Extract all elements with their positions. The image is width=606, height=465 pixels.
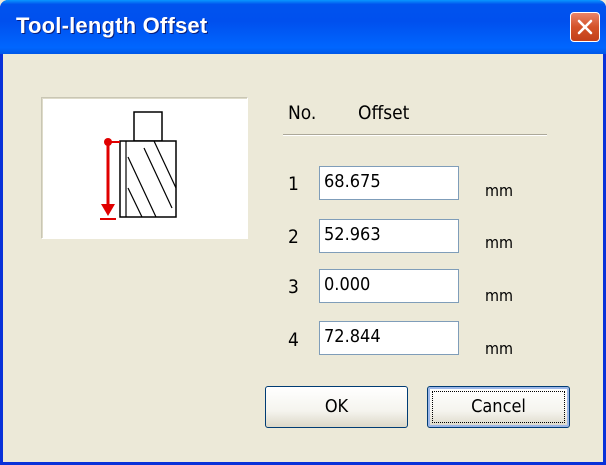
close-icon <box>577 19 593 35</box>
column-header-offset: Offset <box>358 102 410 124</box>
header-separator <box>283 134 547 136</box>
close-button[interactable] <box>570 12 600 42</box>
tool-preview-panel <box>41 97 248 239</box>
offset-input-1[interactable]: 68.675 <box>319 166 459 200</box>
row-number-1: 1 <box>288 173 299 195</box>
unit-label-2: mm <box>485 233 514 252</box>
dialog-title: Tool-length Offset <box>16 13 208 38</box>
cancel-button-label: Cancel <box>471 396 526 417</box>
offset-input-4[interactable]: 72.844 <box>319 321 459 355</box>
column-header-no: No. <box>288 102 317 124</box>
unit-label-3: mm <box>485 286 514 305</box>
unit-label-4: mm <box>485 339 514 358</box>
offset-input-3[interactable]: 0.000 <box>319 269 459 303</box>
offset-input-2[interactable]: 52.963 <box>319 219 459 253</box>
ok-button-label: OK <box>324 396 349 417</box>
unit-label-1: mm <box>485 181 514 200</box>
cancel-button[interactable]: Cancel <box>427 386 570 428</box>
row-number-2: 2 <box>288 226 299 248</box>
row-number-4: 4 <box>288 329 299 351</box>
tool-length-diagram-icon <box>100 111 177 220</box>
ok-button[interactable]: OK <box>265 386 408 428</box>
title-bar[interactable]: Tool-length Offset <box>0 0 606 54</box>
row-number-3: 3 <box>288 276 299 298</box>
